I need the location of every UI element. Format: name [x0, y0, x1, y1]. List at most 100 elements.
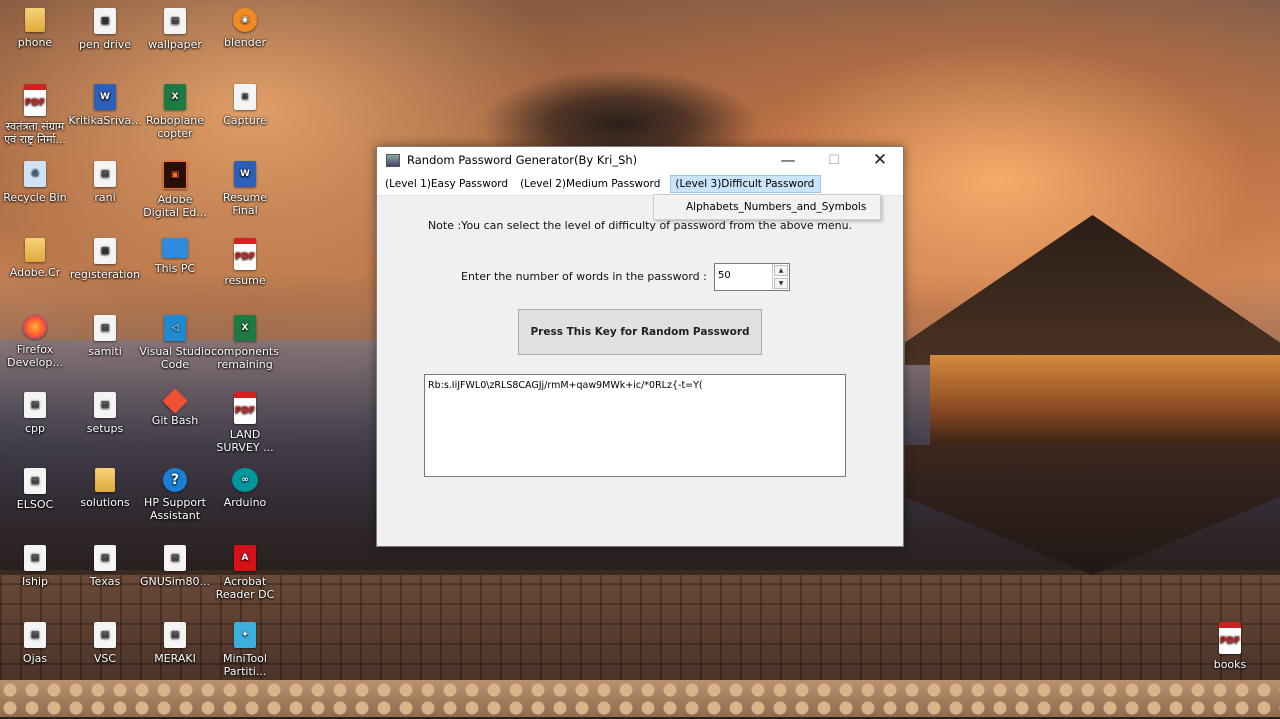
- dropdown-item-alphabets-numbers-symbols[interactable]: Alphabets_Numbers_and_Symbols: [654, 201, 866, 213]
- word-count-label: Enter the number of words in the passwor…: [461, 270, 707, 283]
- file-icon: ▦: [94, 8, 116, 34]
- desktop-icon-17[interactable]: Firefox Develop...: [0, 315, 71, 369]
- desktop-icon-16[interactable]: PDF resume: [209, 238, 281, 287]
- desktop-icon-12[interactable]: W Resume Final: [209, 161, 281, 217]
- desktop-icon-label: MERAKI: [154, 652, 196, 665]
- desktop-icon-label: books: [1213, 658, 1247, 671]
- file-icon: ▤: [164, 8, 186, 34]
- desktop-icon-11[interactable]: ▣ Adobe Digital Ed...: [139, 161, 211, 219]
- spin-down-icon[interactable]: ▼: [774, 278, 788, 289]
- desktop-icon-25[interactable]: ▤ ELSOC: [0, 468, 71, 511]
- desktop-icon-7[interactable]: X Roboplane copter: [139, 84, 211, 140]
- menu-level-3[interactable]: (Level 3)Difficult Password: [670, 175, 822, 193]
- desktop-icon-label: Capture: [223, 114, 267, 127]
- desktop-icon-35[interactable]: ▤ MERAKI: [139, 622, 211, 665]
- acrobat-icon: A: [234, 545, 256, 571]
- title-bar[interactable]: Random Password Generator(By Kri_Sh) — ☐…: [377, 147, 903, 173]
- file-icon: ▤: [24, 392, 46, 418]
- file-icon: ▤: [164, 622, 186, 648]
- desktop-icon-29[interactable]: ▤ Iship: [0, 545, 71, 588]
- desktop-icon-27[interactable]: ? HP Support Assistant: [139, 468, 211, 522]
- desktop-icon-2[interactable]: ▦ pen drive: [69, 8, 141, 51]
- note-text: Note :You can select the level of diffic…: [427, 219, 853, 232]
- close-button[interactable]: ✕: [857, 147, 903, 173]
- help-icon: ?: [163, 468, 187, 492]
- desktop-icon-15[interactable]: This PC: [139, 238, 211, 275]
- password-output-text[interactable]: Rb:s.IiJFWL0\zRLS8CAGJj/rmM+qaw9MWk+ic/*…: [425, 375, 845, 391]
- background-hut-roof: [905, 215, 1280, 365]
- desktop-icon-13[interactable]: Adobe.Cr: [0, 238, 71, 279]
- word-icon: W: [94, 84, 116, 110]
- desktop-icon-label: This PC: [154, 262, 196, 275]
- desktop-icon-18[interactable]: ▤ samiti: [69, 315, 141, 358]
- bin-icon: ♻: [24, 161, 46, 187]
- desktop-icon-8[interactable]: ≡ Capture: [209, 84, 281, 127]
- desktop-icon-5[interactable]: PDF स्वतंत्रता संग्राम एवं राष्ट्र निर्मा…: [0, 84, 71, 146]
- desktop-icon-33[interactable]: ▤ Ojas: [0, 622, 71, 665]
- desktop-icon-label: Acrobat Reader DC: [215, 575, 275, 601]
- desktop-icon-label: Texas: [89, 575, 121, 588]
- desktop-icon-31[interactable]: ▤ GNUSim80...: [139, 545, 211, 588]
- desktop-icon-1[interactable]: phone: [0, 8, 71, 49]
- desktop-icon-label: LAND SURVEY ...: [216, 428, 274, 454]
- desktop-icon-10[interactable]: ▤ rani: [69, 161, 141, 204]
- menu-level-2[interactable]: (Level 2)Medium Password: [515, 175, 667, 193]
- desktop-icon-19[interactable]: ◁ Visual Studio Code: [139, 315, 211, 371]
- desktop-icon-37[interactable]: PDF books: [1194, 622, 1266, 671]
- desktop-icon-28[interactable]: ∞ Arduino: [209, 468, 281, 509]
- desktop-icon-label: setups: [86, 422, 124, 435]
- desktop-icon-3[interactable]: ▤ wallpaper: [139, 8, 211, 51]
- desktop-icon-label: samiti: [88, 345, 122, 358]
- desktop-icon-label: Firefox Develop...: [7, 343, 63, 369]
- desktop-icon-23[interactable]: Git Bash: [139, 388, 211, 427]
- firefox-icon: [23, 315, 47, 339]
- minimize-button[interactable]: —: [765, 147, 811, 173]
- desktop-icon-30[interactable]: ▤ Texas: [69, 545, 141, 588]
- word-count-value[interactable]: 50: [715, 264, 772, 290]
- desktop-icon-22[interactable]: ▤ setups: [69, 392, 141, 435]
- desktop-icon-label: wallpaper: [148, 38, 202, 51]
- app-icon: [386, 153, 400, 167]
- file-icon: ≡: [234, 84, 256, 110]
- folder-icon: [25, 8, 45, 32]
- file-icon: ▤: [94, 315, 116, 341]
- desktop-icon-36[interactable]: ✦ MiniTool Partiti...: [209, 622, 281, 678]
- desktop-icon-label: Visual Studio Code: [139, 345, 211, 371]
- pdf-icon: PDF: [24, 84, 46, 116]
- desktop-icon-label: Adobe Digital Ed...: [143, 193, 207, 219]
- desktop-icon-label: स्वतंत्रता संग्राम एवं राष्ट्र निर्मा...: [4, 120, 66, 146]
- git-icon: [162, 388, 188, 414]
- desktop-icon-32[interactable]: A Acrobat Reader DC: [209, 545, 281, 601]
- generate-password-button[interactable]: Press This Key for Random Password: [518, 309, 762, 355]
- desktop-icon-label: Recycle Bin: [3, 191, 67, 204]
- desktop-icon-26[interactable]: solutions: [69, 468, 141, 509]
- password-output-box[interactable]: Rb:s.IiJFWL0\zRLS8CAGJj/rmM+qaw9MWk+ic/*…: [424, 374, 846, 477]
- desktop-icon-20[interactable]: Xcomponents remaining: [209, 315, 281, 371]
- desktop-icon-label: Roboplane copter: [145, 114, 205, 140]
- desktop-icon-label: resume: [224, 274, 266, 287]
- desktop-icon-label: Resume Final: [222, 191, 268, 217]
- desktop-icon-14[interactable]: ▦ registeration: [69, 238, 141, 281]
- file-icon: ▤: [94, 161, 116, 187]
- file-icon: ▤: [94, 392, 116, 418]
- desktop-icon-label: Ojas: [22, 652, 48, 665]
- desktop-icon-label: Iship: [22, 575, 48, 588]
- desktop-icon-label: components remaining: [211, 345, 279, 371]
- desktop-icon-4[interactable]: ◉ blender: [209, 8, 281, 49]
- books-icon: PDF: [1219, 622, 1241, 654]
- folder-icon: [95, 468, 115, 492]
- word-count-spinbox[interactable]: 50 ▲ ▼: [714, 263, 790, 291]
- file-icon: ▤: [94, 622, 116, 648]
- desktop-icon-9[interactable]: ♻ Recycle Bin: [0, 161, 71, 204]
- spin-buttons: ▲ ▼: [772, 264, 789, 290]
- desktop-icon-21[interactable]: ▤ cpp: [0, 392, 71, 435]
- spin-up-icon[interactable]: ▲: [774, 265, 788, 276]
- desktop-icon-label: GNUSim80...: [139, 575, 211, 588]
- folder-icon: [25, 238, 45, 262]
- maximize-button[interactable]: ☐: [811, 147, 857, 173]
- desktop-icon-24[interactable]: PDF LAND SURVEY ...: [209, 392, 281, 454]
- desktop-icon-6[interactable]: W KritikaSriva...: [68, 84, 142, 127]
- menu-level-1[interactable]: (Level 1)Easy Password: [380, 175, 515, 193]
- desktop-icon-34[interactable]: ▤ VSC: [69, 622, 141, 665]
- arduino-icon: ∞: [232, 468, 258, 492]
